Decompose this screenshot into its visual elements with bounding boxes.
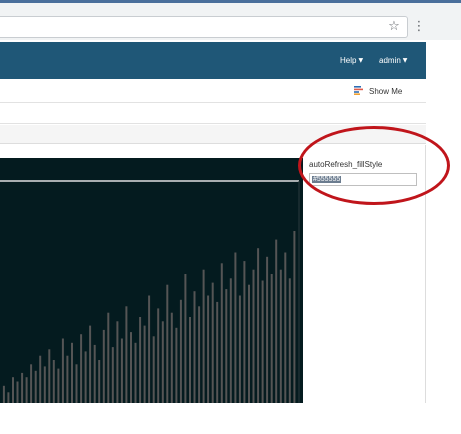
bar[interactable] (120, 338, 123, 404)
bar[interactable] (266, 256, 269, 403)
user-menu[interactable]: admin ▼ (379, 54, 407, 68)
bar-chart (0, 158, 303, 403)
bar[interactable] (134, 342, 137, 403)
bar[interactable] (234, 252, 237, 404)
bar[interactable] (152, 336, 155, 403)
bar[interactable] (61, 338, 64, 404)
bar[interactable] (179, 299, 182, 403)
bar[interactable] (161, 321, 164, 403)
bar[interactable] (52, 360, 55, 403)
screen: ☆ ⋮ Help ▼ admin ▼ Show Me autoRefresh_fil… (0, 0, 461, 434)
help-menu[interactable]: Help ▼ (340, 54, 363, 68)
bar[interactable] (293, 231, 296, 403)
bar[interactable] (288, 278, 291, 403)
bar[interactable] (30, 364, 33, 403)
show-me-button[interactable]: Show Me (354, 85, 402, 99)
bar[interactable] (225, 289, 228, 403)
bar[interactable] (193, 291, 196, 403)
parameter-input[interactable]: #555555 (309, 173, 417, 186)
chevron-down-icon: ▼ (402, 57, 408, 64)
user-menu-label: admin (379, 56, 401, 65)
bar[interactable] (7, 392, 10, 403)
bar[interactable] (75, 364, 78, 403)
bar[interactable] (66, 355, 69, 403)
bar[interactable] (43, 366, 46, 403)
bar[interactable] (189, 317, 191, 403)
bar[interactable] (16, 381, 19, 404)
parameter-value: #555555 (312, 176, 342, 183)
bar[interactable] (125, 306, 128, 403)
bar[interactable] (80, 334, 83, 403)
kebab-menu-icon[interactable]: ⋮ (412, 18, 426, 36)
bar[interactable] (130, 332, 132, 403)
bar[interactable] (211, 282, 214, 403)
bar[interactable] (34, 370, 37, 403)
visualization[interactable] (0, 158, 303, 403)
show-me-label: Show Me (369, 87, 403, 96)
app-header: Help ▼ admin ▼ (0, 42, 426, 79)
bar[interactable] (202, 269, 205, 403)
page-footer-space (0, 403, 461, 434)
shelf-row (0, 104, 426, 124)
bar[interactable] (89, 325, 92, 403)
help-menu-label: Help (340, 56, 357, 65)
bar[interactable] (279, 269, 282, 403)
bar[interactable] (107, 312, 110, 403)
bar[interactable] (98, 360, 101, 403)
bar[interactable] (148, 295, 151, 404)
bar[interactable] (238, 295, 241, 404)
bar[interactable] (220, 263, 223, 403)
bar[interactable] (270, 274, 273, 403)
bar[interactable] (71, 342, 73, 403)
bar[interactable] (12, 377, 14, 403)
bar[interactable] (170, 312, 173, 403)
bar[interactable] (116, 321, 119, 403)
chevron-down-icon: ▼ (358, 57, 364, 64)
bar[interactable] (48, 349, 51, 403)
bar[interactable] (216, 301, 219, 403)
bar[interactable] (252, 269, 255, 403)
bar[interactable] (84, 351, 87, 403)
bar[interactable] (175, 327, 178, 403)
browser-toolbar: ☆ ⋮ (0, 0, 461, 40)
workspace: autoRefresh_fillStyle #555555 (0, 145, 426, 403)
shelf-row (0, 125, 426, 144)
address-bar[interactable] (0, 16, 408, 38)
bar[interactable] (284, 252, 287, 404)
bar[interactable] (93, 344, 96, 403)
bar[interactable] (198, 306, 201, 403)
star-icon[interactable]: ☆ (385, 18, 403, 36)
bar[interactable] (139, 317, 142, 403)
bar[interactable] (111, 347, 114, 403)
bar[interactable] (207, 295, 210, 404)
bar[interactable] (39, 355, 42, 403)
bar[interactable] (275, 239, 278, 403)
bar[interactable] (257, 248, 260, 403)
bar[interactable] (57, 368, 60, 403)
bar[interactable] (25, 377, 28, 403)
bar[interactable] (166, 284, 169, 403)
bar[interactable] (248, 284, 250, 403)
bar[interactable] (21, 372, 24, 403)
show-me-icon (354, 86, 363, 95)
bar[interactable] (243, 261, 246, 403)
bar[interactable] (229, 278, 232, 403)
bar[interactable] (157, 308, 160, 403)
bar[interactable] (143, 325, 146, 403)
parameter-label: autoRefresh_fillStyle (309, 160, 383, 169)
bar[interactable] (102, 329, 105, 403)
bar[interactable] (261, 280, 264, 404)
bar[interactable] (184, 274, 187, 403)
bar[interactable] (2, 385, 5, 403)
toolbar: Show Me (0, 79, 426, 103)
